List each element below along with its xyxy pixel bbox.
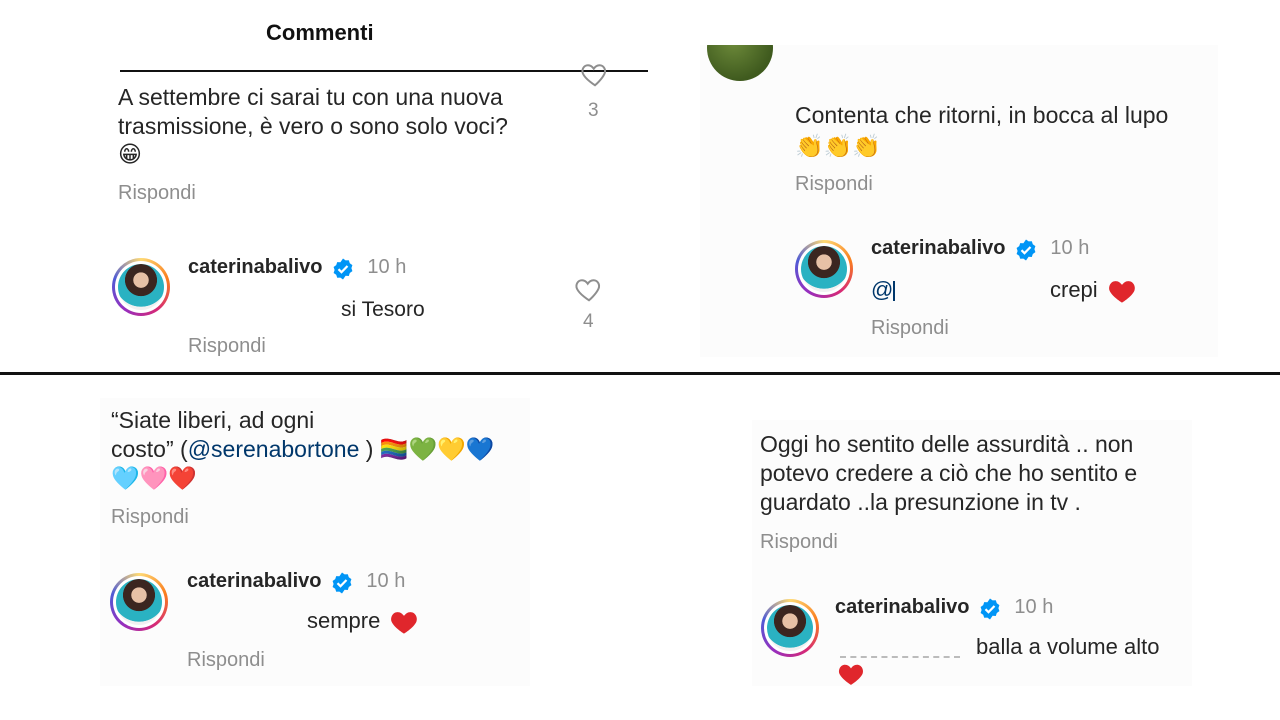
- reply-text: si Tesoro: [341, 298, 425, 321]
- timestamp: 10 h: [1050, 237, 1090, 259]
- comment-line: potevo credere a ciò che ho sentito e: [760, 460, 1138, 486]
- comment-panel-1: Commenti 3 A settembre ci sarai tu con u…: [0, 0, 650, 368]
- reply-button[interactable]: Rispondi: [795, 173, 873, 196]
- mention-link[interactable]: @serenabortone: [188, 436, 360, 462]
- reply-header: caterinabalivo 10 h: [835, 596, 1053, 621]
- reply-text: sempre: [307, 608, 418, 635]
- reply-button[interactable]: Rispondi: [187, 649, 265, 672]
- avatar[interactable]: [110, 573, 168, 631]
- reply-text: crepi: [1050, 277, 1136, 304]
- page-title: Commenti: [266, 20, 374, 45]
- comment-line: “Siate liberi, ad ogni: [111, 407, 315, 433]
- reply-button[interactable]: Rispondi: [111, 506, 189, 529]
- timestamp: 10 h: [366, 570, 406, 592]
- reply-button[interactable]: Rispondi: [871, 317, 949, 340]
- comment-text: “Siate liberi, ad ogni costo” (@serenabo…: [111, 406, 530, 494]
- comment-panel-3: “Siate liberi, ad ogni costo” (@serenabo…: [100, 398, 530, 686]
- comment-panel-4: Oggi ho sentito delle assurdità .. non p…: [752, 420, 1192, 686]
- reply-header: caterinabalivo 10 h: [187, 570, 405, 595]
- username[interactable]: caterinabalivo: [187, 570, 322, 592]
- comment-line: A settembre ci sarai tu con una nuova: [118, 84, 503, 110]
- reply-header: caterinabalivo 10 h: [188, 256, 406, 281]
- avatar[interactable]: [112, 258, 170, 316]
- comment-line: Contenta che ritorni, in bocca al lupo: [795, 102, 1169, 128]
- comment-text: Oggi ho sentito delle assurdità .. non p…: [760, 430, 1190, 517]
- timestamp: 10 h: [1014, 596, 1054, 618]
- verified-badge-icon: [1016, 239, 1036, 261]
- avatar[interactable]: [795, 240, 853, 298]
- username[interactable]: caterinabalivo: [871, 237, 1006, 259]
- reply-button[interactable]: Rispondi: [188, 335, 266, 358]
- heart-outline-icon[interactable]: [580, 58, 610, 90]
- comment-line: trasmissione, è vero o sono solo voci?: [118, 113, 508, 139]
- heart-emoji-icon: [1108, 281, 1135, 303]
- hearts-emoji: 🩵🩷❤️: [111, 466, 197, 492]
- verified-badge-icon: [980, 598, 1000, 620]
- username[interactable]: caterinabalivo: [835, 596, 970, 618]
- divider-line: [0, 372, 1280, 375]
- comment-line: guardato ..la presunzione in tv .: [760, 489, 1081, 515]
- avatar[interactable]: [761, 599, 819, 657]
- reply-mention[interactable]: @: [871, 277, 896, 303]
- grinning-emoji: 😁: [118, 142, 142, 168]
- reply-like-count: 4: [583, 311, 594, 332]
- commenter-avatar[interactable]: [707, 45, 773, 81]
- comment-line: Oggi ho sentito delle assurdità .. non: [760, 431, 1134, 457]
- heart-emoji-icon: [838, 664, 864, 685]
- timestamp: 10 h: [367, 256, 407, 278]
- clapping-emoji: 👏👏👏: [795, 134, 881, 160]
- reply-button[interactable]: Rispondi: [760, 531, 838, 554]
- reply-header: caterinabalivo 10 h: [871, 237, 1089, 262]
- header-divider: [120, 70, 648, 72]
- hearts-emoji: 🏳️‍🌈💚💛💙: [379, 437, 495, 463]
- heart-emoji-icon: [391, 612, 418, 634]
- comment-line: costo” (@serenabortone ) 🏳️‍🌈💚💛💙: [111, 436, 495, 463]
- heart-outline-icon[interactable]: [574, 274, 604, 304]
- username[interactable]: caterinabalivo: [188, 256, 323, 278]
- verified-badge-icon: [333, 258, 353, 280]
- comment-text: Contenta che ritorni, in bocca al lupo 👏…: [795, 101, 1215, 162]
- reply-button[interactable]: Rispondi: [118, 182, 196, 205]
- comment-text: A settembre ci sarai tu con una nuova tr…: [118, 83, 578, 170]
- reply-text: balla a volume alto: [976, 634, 1160, 659]
- verified-badge-icon: [332, 572, 352, 594]
- comment-panel-2: Contenta che ritorni, in bocca al lupo 👏…: [700, 45, 1218, 357]
- comment-like-count: 3: [588, 100, 599, 121]
